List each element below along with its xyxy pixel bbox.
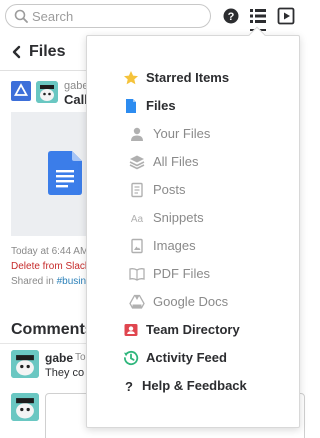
comment-time: To (75, 352, 86, 363)
menu-item-label: Your Files (153, 126, 211, 141)
avatar (11, 393, 39, 421)
avatar-face-icon (11, 393, 39, 421)
comment-text: They co (45, 367, 85, 379)
shared-channel-link[interactable]: #busin (57, 276, 86, 287)
menu-item-label: Team Directory (146, 322, 240, 337)
question-icon: ? (125, 379, 133, 394)
file-name[interactable]: Call (64, 92, 88, 107)
menu-item-your-files[interactable]: Your Files (87, 121, 301, 147)
svg-text:Aa: Aa (131, 214, 144, 225)
menu-item-label: Posts (153, 182, 186, 197)
menu-item-google-docs[interactable]: Google Docs (87, 289, 301, 315)
avatar[interactable] (11, 350, 39, 378)
avatar-face-icon (36, 81, 58, 103)
file-author[interactable]: gabe (64, 80, 88, 92)
menu-item-label: Images (153, 238, 196, 253)
menu-item-label: Activity Feed (146, 350, 227, 365)
shared-in: Shared in #busin (11, 276, 86, 287)
file-icon (126, 99, 136, 113)
files-dropdown-menu: Starred Items Files Your Files All Files (86, 26, 301, 428)
menu-item-pdf-files[interactable]: PDF Files (87, 261, 301, 287)
menu-item-snippets[interactable]: Aa Snippets (87, 205, 301, 231)
activity-clock-icon (124, 350, 139, 366)
search-input[interactable]: Search (5, 4, 211, 28)
post-icon (131, 182, 143, 198)
menu-item-label: Files (146, 98, 176, 113)
svg-text:?: ? (228, 11, 235, 23)
menu-item-label: Snippets (153, 210, 204, 225)
snippet-icon: Aa (131, 214, 144, 225)
menu-item-all-files[interactable]: All Files (87, 149, 301, 175)
flexpane-toggle-button[interactable] (275, 5, 297, 27)
image-icon (131, 238, 143, 254)
menu-item-label: All Files (153, 154, 199, 169)
search-icon (14, 9, 28, 23)
comments-heading: Comments (11, 321, 94, 338)
help-circle-icon: ? (223, 8, 239, 24)
google-drive-icon (11, 81, 31, 101)
stack-icon (129, 155, 145, 170)
play-square-icon (277, 7, 295, 25)
menu-item-help-feedback[interactable]: ? Help & Feedback (87, 373, 301, 399)
menu-item-activity-feed[interactable]: Activity Feed (87, 345, 301, 371)
shared-label: Shared in (11, 276, 54, 287)
google-doc-icon (48, 151, 82, 195)
menu-item-label: PDF Files (153, 266, 211, 281)
menu-item-files[interactable]: Files (87, 93, 301, 119)
menu-item-label: Help & Feedback (142, 378, 247, 393)
page-title: Files (29, 43, 66, 60)
list-menu-icon (250, 9, 266, 23)
comment-author[interactable]: gabe (45, 351, 73, 365)
menu-item-posts[interactable]: Posts (87, 177, 301, 203)
avatar[interactable] (36, 81, 58, 103)
star-icon (124, 71, 138, 85)
book-icon (129, 268, 145, 281)
menu-item-label: Google Docs (153, 294, 229, 309)
menu-item-team-directory[interactable]: Team Directory (87, 317, 301, 343)
menu-item-label: Starred Items (146, 70, 230, 85)
team-directory-icon (124, 324, 138, 336)
chevron-left-icon[interactable] (11, 45, 23, 59)
search-placeholder: Search (32, 9, 74, 24)
files-menu-button[interactable] (247, 5, 269, 31)
delete-file-link[interactable]: Delete from Slack (11, 261, 90, 272)
menu-item-starred-items[interactable]: Starred Items (87, 65, 301, 91)
svg-text:?: ? (125, 379, 133, 394)
google-drive-icon (129, 294, 145, 309)
avatar-face-icon (11, 350, 39, 378)
menu-item-images[interactable]: Images (87, 233, 301, 259)
file-date: Today at 6:44 AM (11, 246, 89, 257)
user-icon (131, 127, 143, 141)
help-button[interactable]: ? (220, 5, 242, 27)
